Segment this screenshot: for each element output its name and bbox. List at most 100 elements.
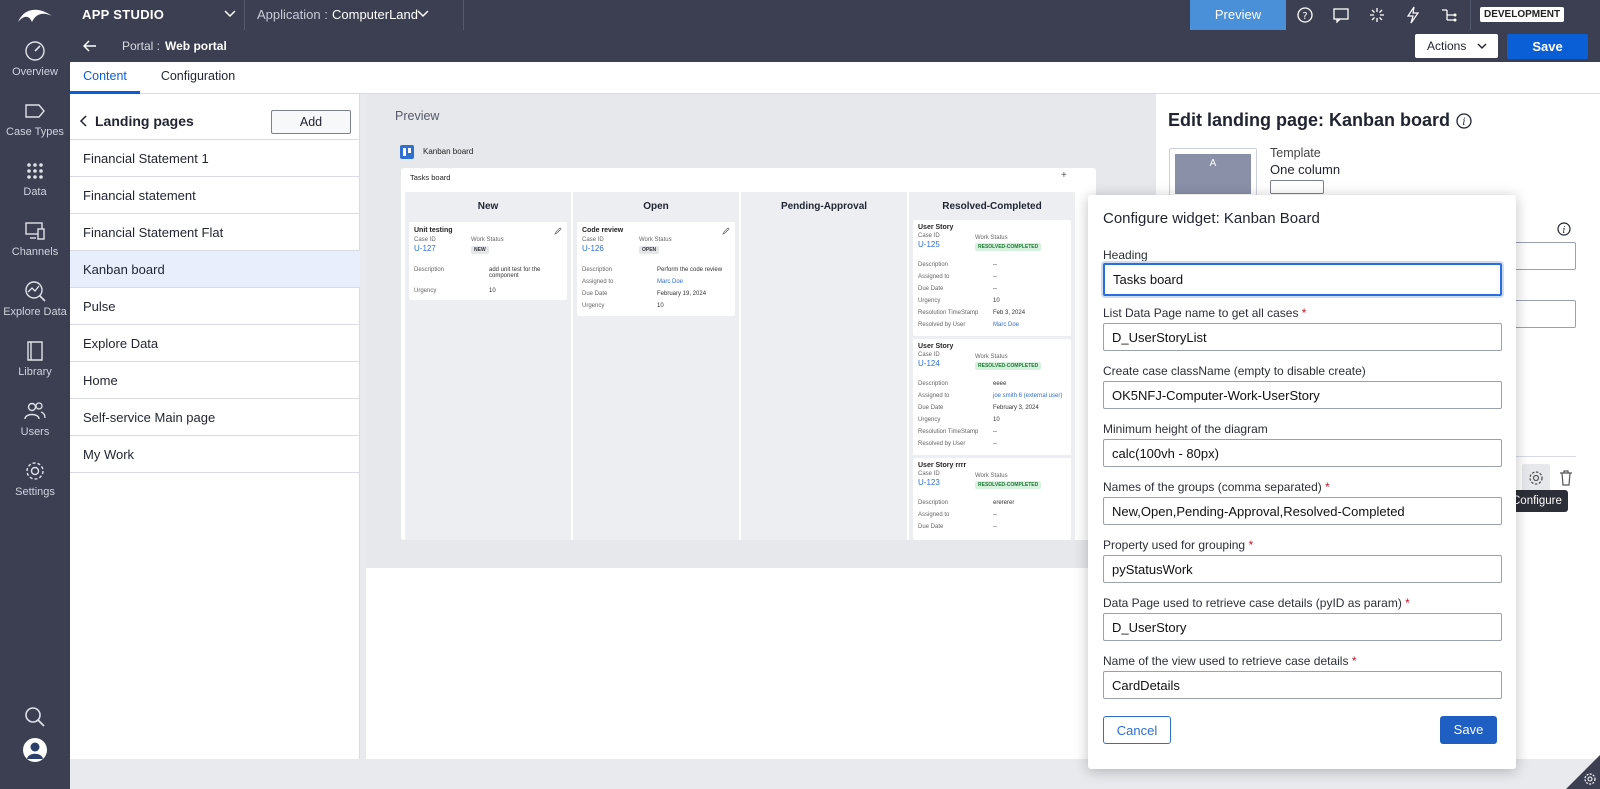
change-template-button[interactable] xyxy=(1270,180,1324,194)
case-id-label: Case ID xyxy=(918,352,940,358)
column-header: Open xyxy=(643,201,669,212)
trash-icon[interactable] xyxy=(1559,470,1573,486)
spark-icon[interactable] xyxy=(1369,7,1385,23)
create-classname-input[interactable]: OK5NFJ-Computer-Work-UserStory xyxy=(1103,381,1502,409)
kanban-card[interactable]: Code review Case ID Work Status U-126 OP… xyxy=(577,222,735,316)
application-selector[interactable]: ComputerLand xyxy=(332,7,418,22)
status-label: Work Status xyxy=(471,237,504,243)
status-badge: NEW xyxy=(471,246,489,254)
kanban-card[interactable]: User Story Case ID Work Status U-124 RES… xyxy=(913,339,1071,455)
list-item[interactable]: Pulse xyxy=(70,288,360,325)
kanban-card[interactable]: User Story Case ID Work Status U-125 RES… xyxy=(913,220,1071,336)
group-names-input[interactable]: New,Open,Pending-Approval,Resolved-Compl… xyxy=(1103,497,1502,525)
nav-case-types[interactable]: Case Types xyxy=(0,100,70,138)
field-label: Assigned to xyxy=(918,274,950,280)
field-label: Data Page used to retrieve case details … xyxy=(1103,596,1410,610)
avatar[interactable] xyxy=(22,737,48,763)
case-id-label: Case ID xyxy=(582,237,604,243)
field-value: erererer xyxy=(993,500,1015,506)
list-item[interactable]: Self-service Main page xyxy=(70,399,360,436)
field-label: Assigned to xyxy=(918,393,950,399)
preview-button[interactable]: Preview xyxy=(1190,0,1286,30)
chevron-down-icon[interactable] xyxy=(417,10,429,18)
status-badge: RESOLVED-COMPLETED xyxy=(975,481,1042,489)
field-label: Description xyxy=(918,262,949,268)
edit-icon[interactable] xyxy=(722,227,730,235)
help-icon[interactable]: ? xyxy=(1297,7,1313,23)
nav-overview[interactable]: Overview xyxy=(0,40,70,78)
details-data-page-input[interactable]: D_UserStory xyxy=(1103,613,1502,641)
card-title: User Story xyxy=(918,343,954,350)
add-button[interactable]: Add xyxy=(271,110,351,134)
kanban-column-pending-approval: Pending-Approval xyxy=(741,192,907,540)
nav-users[interactable]: Users xyxy=(0,400,70,438)
chevron-left-icon[interactable] xyxy=(79,115,87,127)
info-icon[interactable]: i xyxy=(1456,113,1472,129)
field-label: Heading xyxy=(1103,248,1148,262)
corner-settings[interactable] xyxy=(1566,755,1600,789)
save-button[interactable]: Save xyxy=(1507,34,1588,59)
configure-widget-dialog: Configure widget: Kanban Board Heading T… xyxy=(1088,195,1516,769)
list-item[interactable]: Home xyxy=(70,362,360,399)
case-id-link[interactable]: U-123 xyxy=(918,478,940,487)
nav-label: Overview xyxy=(12,66,58,78)
chevron-down-icon xyxy=(1477,43,1487,49)
case-id-link[interactable]: U-126 xyxy=(582,244,604,253)
info-icon[interactable]: i xyxy=(1557,222,1571,236)
actions-button[interactable]: Actions xyxy=(1415,34,1498,58)
pega-logo-icon[interactable] xyxy=(16,6,54,24)
lightning-icon[interactable] xyxy=(1405,6,1421,24)
dialog-save-button[interactable]: Save xyxy=(1440,716,1497,744)
kanban-card[interactable]: User Story rrrr Case ID Work Status U-12… xyxy=(913,458,1071,540)
list-item[interactable]: Financial statement xyxy=(70,177,360,214)
field-label: Due Date xyxy=(918,405,944,411)
case-id-link[interactable]: U-127 xyxy=(414,244,436,253)
nav-library[interactable]: Library xyxy=(0,340,70,378)
nav-settings[interactable]: Settings xyxy=(0,460,70,498)
case-id-link[interactable]: U-124 xyxy=(918,359,940,368)
list-item[interactable]: My Work xyxy=(70,436,360,473)
list-item[interactable]: Financial Statement 1 xyxy=(70,140,360,177)
list-item[interactable]: Explore Data xyxy=(70,325,360,362)
field-label: Resolved by User xyxy=(918,322,966,328)
grouping-property-input[interactable]: pyStatusWork xyxy=(1103,555,1502,583)
settings-icon xyxy=(26,462,44,480)
nav-label: Channels xyxy=(11,246,59,258)
chat-icon[interactable] xyxy=(1333,7,1349,23)
nav-data[interactable]: Data xyxy=(0,160,70,198)
nav-channels[interactable]: Channels xyxy=(0,220,70,258)
field-label: Urgency xyxy=(918,298,941,304)
field-label: Description xyxy=(918,381,949,387)
cancel-button[interactable]: Cancel xyxy=(1103,716,1171,744)
list-data-page-input[interactable]: D_UserStoryList xyxy=(1103,323,1502,351)
assignee-link[interactable]: joe smith 6 (external user) xyxy=(993,393,1062,399)
field-label: Due Date xyxy=(582,291,608,297)
kanban-card[interactable]: Unit testing Case ID Work Status U-127 N… xyxy=(409,222,567,300)
details-view-input[interactable]: CardDetails xyxy=(1103,671,1502,699)
nav-explore-data[interactable]: Explore Data xyxy=(0,280,70,318)
landing-pages-title: Landing pages xyxy=(95,113,194,129)
case-id-link[interactable]: U-125 xyxy=(918,240,940,249)
list-item[interactable]: Financial Statement Flat xyxy=(70,214,360,251)
min-height-input[interactable]: calc(100vh - 80px) xyxy=(1103,439,1502,467)
application-label: Application : xyxy=(257,7,328,22)
field-value: -- xyxy=(993,274,997,280)
kanban-column-new: New Unit testing Case ID Work Status U-1… xyxy=(405,192,571,540)
field-value[interactable]: Marc Doe xyxy=(993,322,1019,328)
configure-button[interactable] xyxy=(1522,464,1550,492)
tab-configuration[interactable]: Configuration xyxy=(150,62,246,94)
add-case-icon[interactable]: + xyxy=(1061,170,1067,181)
hierarchy-icon[interactable] xyxy=(1440,7,1458,23)
chevron-down-icon[interactable] xyxy=(224,10,236,18)
template-thumbnail[interactable]: A xyxy=(1169,148,1257,196)
status-label: Work Status xyxy=(975,235,1008,241)
portal-name: Web portal xyxy=(165,39,227,53)
tab-content[interactable]: Content xyxy=(70,62,140,94)
heading-input[interactable]: Tasks board xyxy=(1103,263,1502,296)
edit-icon[interactable] xyxy=(554,227,562,235)
search-icon[interactable] xyxy=(24,706,46,728)
assignee-link[interactable]: Marc Doe xyxy=(657,279,683,285)
list-item-selected[interactable]: Kanban board xyxy=(70,251,360,288)
field-label: Names of the groups (comma separated) * xyxy=(1103,480,1330,494)
back-arrow-icon[interactable] xyxy=(83,40,97,52)
